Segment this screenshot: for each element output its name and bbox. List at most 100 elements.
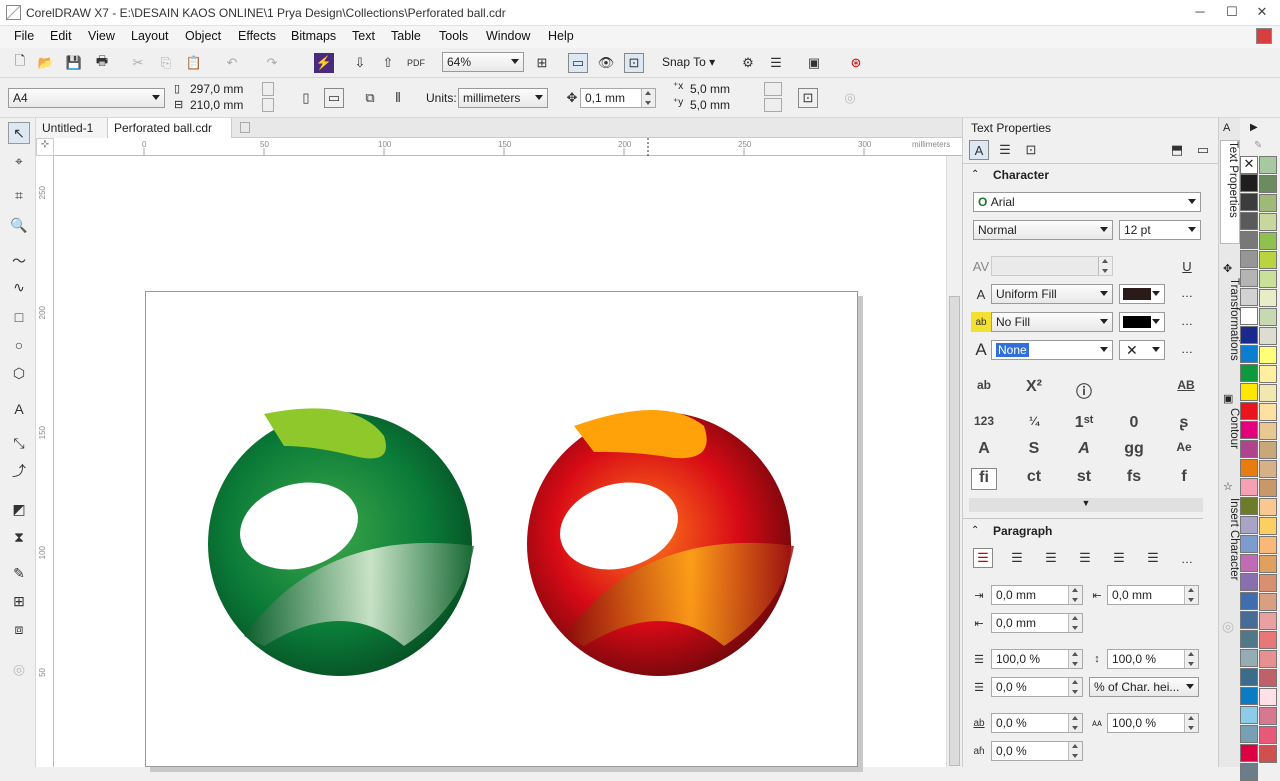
color-swatch[interactable] bbox=[1259, 479, 1277, 497]
parallel-dimension-icon[interactable]: ⤡ bbox=[8, 432, 30, 454]
color-swatch[interactable] bbox=[1240, 269, 1258, 287]
view-icon[interactable]: 👁 bbox=[596, 53, 616, 73]
menu-file[interactable]: File bbox=[14, 29, 34, 43]
numerals-icon[interactable]: 123 bbox=[971, 414, 997, 436]
panel-menu-icon[interactable]: ▭ bbox=[1193, 140, 1213, 160]
color-swatch[interactable] bbox=[1259, 232, 1277, 250]
word-spacing-input[interactable]: 100,0 % bbox=[1107, 713, 1199, 733]
all-pages-icon[interactable]: ⧉ bbox=[360, 88, 380, 108]
color-swatch[interactable] bbox=[1240, 763, 1258, 781]
page-width-value[interactable]: 297,0 mm bbox=[190, 82, 243, 96]
scrollbar-thumb[interactable] bbox=[949, 296, 960, 766]
paragraph-tab-icon[interactable]: ☰ bbox=[995, 140, 1015, 160]
color-swatch[interactable] bbox=[1240, 649, 1258, 667]
color-swatch[interactable] bbox=[1240, 345, 1258, 363]
line-spacing-input[interactable]: 100,0 % bbox=[1107, 649, 1199, 669]
crop-tool-icon[interactable]: ⌗ bbox=[8, 184, 30, 206]
color-swatch[interactable] bbox=[1259, 460, 1277, 478]
color-swatch[interactable] bbox=[1240, 630, 1258, 648]
page-height-value[interactable]: 210,0 mm bbox=[190, 98, 243, 112]
ruler-origin-icon[interactable]: ⊹ bbox=[36, 138, 54, 156]
tab-transformations[interactable]: Transformations bbox=[1220, 278, 1240, 378]
space-after-input[interactable]: 0,0 % bbox=[991, 677, 1083, 697]
new-tab-icon[interactable] bbox=[240, 122, 250, 133]
width-spinner[interactable] bbox=[262, 82, 274, 96]
outline-settings-button[interactable]: … bbox=[1181, 342, 1193, 356]
menu-help[interactable]: Help bbox=[548, 29, 574, 43]
close-button[interactable]: ✕ bbox=[1252, 4, 1272, 20]
color-swatch[interactable] bbox=[1240, 725, 1258, 743]
interactive-fill-icon[interactable]: ⊞ bbox=[8, 590, 30, 612]
language-spacing-input[interactable]: 0,0 % bbox=[991, 741, 1083, 761]
menu-view[interactable]: View bbox=[88, 29, 115, 43]
menu-effects[interactable]: Effects bbox=[238, 29, 276, 43]
color-swatch[interactable] bbox=[1259, 175, 1277, 193]
tab-insert-character[interactable]: Insert Character bbox=[1220, 498, 1240, 598]
dup-y-spinner[interactable] bbox=[764, 98, 782, 112]
perforated-balls-artwork[interactable] bbox=[204, 406, 804, 681]
menu-layout[interactable]: Layout bbox=[131, 29, 169, 43]
fill-type-select[interactable]: Uniform Fill bbox=[991, 284, 1113, 304]
print-icon[interactable]: 🖶 bbox=[92, 53, 112, 73]
collapse-icon[interactable]: ⌃ bbox=[971, 169, 979, 180]
height-spinner[interactable] bbox=[262, 98, 274, 112]
historical-forms-icon[interactable]: f bbox=[1171, 468, 1197, 490]
ordinals-icon[interactable]: 1ˢᵗ bbox=[1071, 414, 1097, 436]
open-icon[interactable]: 📂 bbox=[36, 53, 56, 73]
expand-features-button[interactable]: ▼ bbox=[969, 498, 1203, 512]
all-caps-icon[interactable]: AB bbox=[1173, 378, 1199, 400]
no-alignment-icon[interactable]: ☰ bbox=[973, 548, 993, 568]
color-swatch[interactable] bbox=[1259, 612, 1277, 630]
color-swatch[interactable] bbox=[1240, 383, 1258, 401]
transparency-icon[interactable]: ⧗ bbox=[8, 526, 30, 548]
panel-options-icon[interactable]: ⬒ bbox=[1167, 140, 1187, 160]
page-size-select[interactable]: A4 bbox=[8, 88, 165, 108]
menu-table[interactable]: Table bbox=[391, 29, 421, 43]
color-swatch[interactable] bbox=[1259, 308, 1277, 326]
redo-icon[interactable]: ↷ bbox=[262, 53, 282, 73]
color-swatch[interactable] bbox=[1259, 669, 1277, 687]
fractions-icon[interactable]: ¼ bbox=[1021, 414, 1047, 436]
underline-icon[interactable]: U bbox=[1177, 256, 1197, 276]
minimize-button[interactable]: ─ bbox=[1190, 4, 1210, 20]
discretionary-ligatures-icon[interactable]: ct bbox=[1021, 468, 1047, 490]
align-icon[interactable]: ☰ bbox=[766, 53, 786, 73]
units-select[interactable]: millimeters bbox=[458, 88, 548, 108]
color-swatch[interactable] bbox=[1240, 250, 1258, 268]
color-swatch[interactable] bbox=[1259, 156, 1277, 174]
color-swatch[interactable] bbox=[1259, 270, 1277, 288]
force-justify-icon[interactable]: ☰ bbox=[1143, 548, 1163, 568]
publish-pdf-icon[interactable]: PDF bbox=[406, 53, 426, 73]
quick-customize-icon[interactable]: ◎ bbox=[1222, 618, 1234, 635]
font-family-select[interactable]: O Arial bbox=[973, 192, 1201, 212]
maximize-button[interactable]: ☐ bbox=[1222, 4, 1242, 20]
no-color-swatch[interactable]: ✕ bbox=[1240, 156, 1258, 174]
copy-icon[interactable]: ⎘ bbox=[156, 53, 176, 73]
quick-customize-icon[interactable]: ◎ bbox=[840, 88, 860, 108]
space-before-input[interactable]: 100,0 % bbox=[991, 649, 1083, 669]
color-swatch[interactable] bbox=[1240, 573, 1258, 591]
cut-icon[interactable]: ✂ bbox=[128, 53, 148, 73]
zoom-combo[interactable]: 64% bbox=[442, 52, 524, 72]
color-swatch[interactable] bbox=[1259, 365, 1277, 383]
quick-customize-icon[interactable]: ◎ bbox=[8, 658, 30, 680]
color-swatch[interactable] bbox=[1259, 707, 1277, 725]
drop-shadow-icon[interactable]: ◩ bbox=[8, 498, 30, 520]
app-launcher-icon[interactable]: ⚡ bbox=[314, 53, 334, 73]
historical-ligatures-icon[interactable]: st bbox=[1071, 468, 1097, 490]
align-right-icon[interactable]: ☰ bbox=[1075, 548, 1095, 568]
color-swatch[interactable] bbox=[1259, 384, 1277, 402]
spacing-unit-select[interactable]: % of Char. hei... bbox=[1089, 677, 1199, 697]
color-swatch[interactable] bbox=[1240, 478, 1258, 496]
background-fill-select[interactable]: No Fill bbox=[991, 312, 1113, 332]
outline-width-select[interactable]: None bbox=[991, 340, 1113, 360]
welcome-icon[interactable]: ⊛ bbox=[846, 53, 866, 73]
contextual-ligatures-icon[interactable]: fs bbox=[1121, 468, 1147, 490]
color-swatch[interactable] bbox=[1259, 403, 1277, 421]
new-icon[interactable]: 🗋 bbox=[10, 53, 30, 73]
vertical-scrollbar[interactable] bbox=[946, 156, 962, 767]
palette-eyedropper-icon[interactable]: ✎ bbox=[1254, 140, 1262, 151]
duplicate-y-value[interactable]: 5,0 mm bbox=[690, 98, 730, 112]
kerning-input[interactable] bbox=[991, 256, 1113, 276]
color-swatch[interactable] bbox=[1240, 421, 1258, 439]
